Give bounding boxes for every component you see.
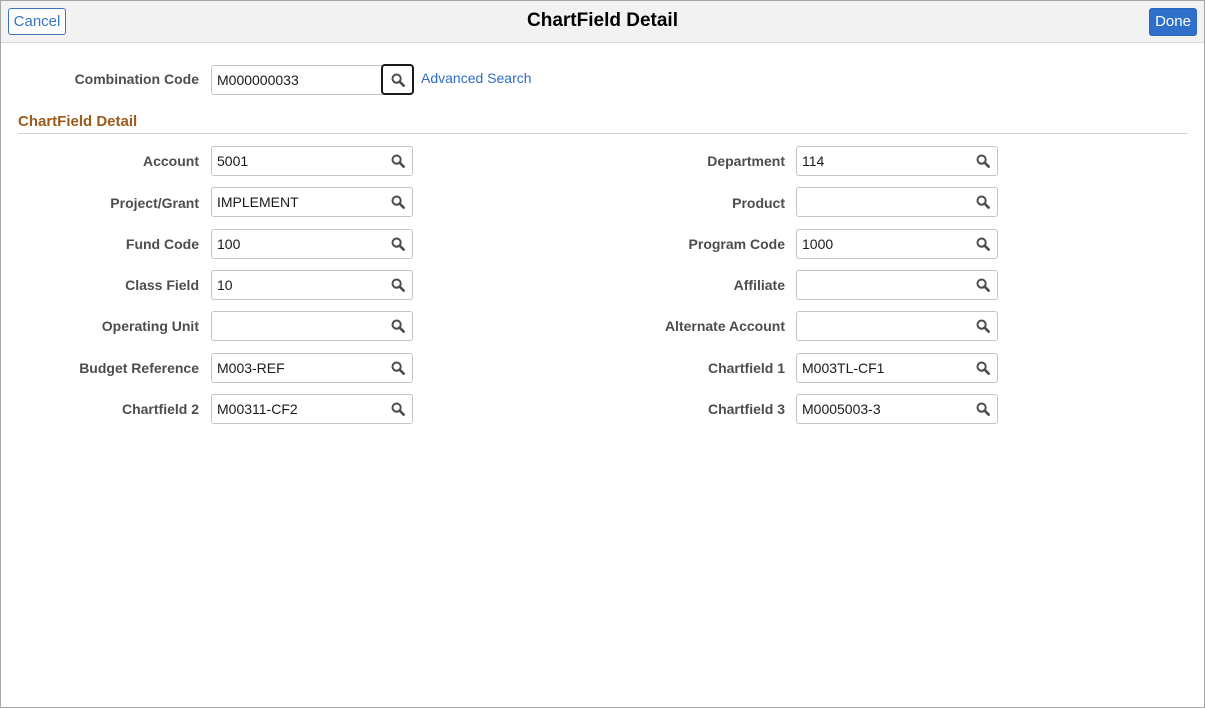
department-lookup-button[interactable] bbox=[972, 150, 994, 172]
fund-code-field[interactable]: 100 bbox=[211, 229, 413, 259]
section-divider bbox=[18, 133, 1188, 134]
budget-reference-label: Budget Reference bbox=[79, 360, 199, 376]
alternate-account-lookup-button[interactable] bbox=[972, 315, 994, 337]
cancel-button[interactable]: Cancel bbox=[8, 8, 66, 35]
combination-code-input[interactable]: M000000033 bbox=[211, 65, 383, 95]
combination-code-lookup-button[interactable] bbox=[381, 64, 414, 95]
program-code-label: Program Code bbox=[688, 236, 785, 252]
search-icon bbox=[391, 154, 405, 168]
search-icon bbox=[976, 278, 990, 292]
search-icon bbox=[391, 319, 405, 333]
combination-code-value: M000000033 bbox=[217, 72, 299, 88]
chartfield-2-value: M00311-CF2 bbox=[217, 401, 298, 417]
class-field-lookup-button[interactable] bbox=[387, 274, 409, 296]
project-grant-field[interactable]: IMPLEMENT bbox=[211, 187, 413, 217]
search-icon bbox=[976, 237, 990, 251]
program-code-lookup-button[interactable] bbox=[972, 233, 994, 255]
search-icon bbox=[976, 154, 990, 168]
search-icon bbox=[391, 278, 405, 292]
done-button[interactable]: Done bbox=[1149, 8, 1197, 36]
chartfield-3-value: M0005003-3 bbox=[802, 401, 881, 417]
affiliate-lookup-button[interactable] bbox=[972, 274, 994, 296]
account-field[interactable]: 5001 bbox=[211, 146, 413, 176]
search-icon bbox=[391, 402, 405, 416]
search-icon bbox=[976, 402, 990, 416]
affiliate-field[interactable] bbox=[796, 270, 998, 300]
search-icon bbox=[391, 73, 405, 87]
department-label: Department bbox=[707, 153, 785, 169]
chartfield-1-value: M003TL-CF1 bbox=[802, 360, 885, 376]
chartfield-2-lookup-button[interactable] bbox=[387, 398, 409, 420]
product-label: Product bbox=[732, 195, 785, 211]
operating-unit-field[interactable] bbox=[211, 311, 413, 341]
chartfield-detail-modal: Cancel ChartField Detail Done Combinatio… bbox=[0, 0, 1205, 708]
affiliate-label: Affiliate bbox=[733, 277, 785, 293]
advanced-search-link[interactable]: Advanced Search bbox=[421, 70, 532, 86]
search-icon bbox=[391, 195, 405, 209]
alternate-account-label: Alternate Account bbox=[664, 318, 785, 334]
budget-reference-field[interactable]: M003-REF bbox=[211, 353, 413, 383]
product-field[interactable] bbox=[796, 187, 998, 217]
search-icon bbox=[976, 361, 990, 375]
account-lookup-button[interactable] bbox=[387, 150, 409, 172]
chartfield-3-field[interactable]: M0005003-3 bbox=[796, 394, 998, 424]
search-icon bbox=[976, 195, 990, 209]
product-lookup-button[interactable] bbox=[972, 191, 994, 213]
section-title: ChartField Detail bbox=[18, 113, 138, 130]
page-title: ChartField Detail bbox=[527, 10, 678, 31]
program-code-value: 1000 bbox=[802, 236, 834, 252]
combination-code-label: Combination Code bbox=[74, 71, 199, 87]
chartfield-1-label: Chartfield 1 bbox=[707, 360, 785, 376]
search-icon bbox=[391, 361, 405, 375]
department-value: 114 bbox=[802, 153, 825, 169]
chartfield-3-lookup-button[interactable] bbox=[972, 398, 994, 420]
alternate-account-field[interactable] bbox=[796, 311, 998, 341]
chartfield-2-field[interactable]: M00311-CF2 bbox=[211, 394, 413, 424]
class-field-field[interactable]: 10 bbox=[211, 270, 413, 300]
program-code-field[interactable]: 1000 bbox=[796, 229, 998, 259]
fund-code-value: 100 bbox=[217, 236, 241, 252]
operating-unit-label: Operating Unit bbox=[101, 318, 199, 334]
department-field[interactable]: 114 bbox=[796, 146, 998, 176]
operating-unit-lookup-button[interactable] bbox=[387, 315, 409, 337]
account-value: 5001 bbox=[217, 153, 249, 169]
search-icon bbox=[391, 237, 405, 251]
chartfield-2-label: Chartfield 2 bbox=[121, 401, 199, 417]
fund-code-label: Fund Code bbox=[125, 236, 199, 252]
fund-code-lookup-button[interactable] bbox=[387, 233, 409, 255]
project-grant-label: Project/Grant bbox=[110, 195, 199, 211]
search-icon bbox=[976, 319, 990, 333]
budget-reference-lookup-button[interactable] bbox=[387, 357, 409, 379]
project-grant-lookup-button[interactable] bbox=[387, 191, 409, 213]
modal-header: Cancel ChartField Detail Done bbox=[1, 1, 1204, 43]
class-field-value: 10 bbox=[217, 277, 233, 293]
class-field-label: Class Field bbox=[125, 277, 199, 293]
account-label: Account bbox=[143, 153, 199, 169]
chartfield-1-lookup-button[interactable] bbox=[972, 357, 994, 379]
chartfield-3-label: Chartfield 3 bbox=[707, 401, 785, 417]
budget-reference-value: M003-REF bbox=[217, 360, 285, 376]
project-grant-value: IMPLEMENT bbox=[217, 194, 299, 210]
chartfield-1-field[interactable]: M003TL-CF1 bbox=[796, 353, 998, 383]
